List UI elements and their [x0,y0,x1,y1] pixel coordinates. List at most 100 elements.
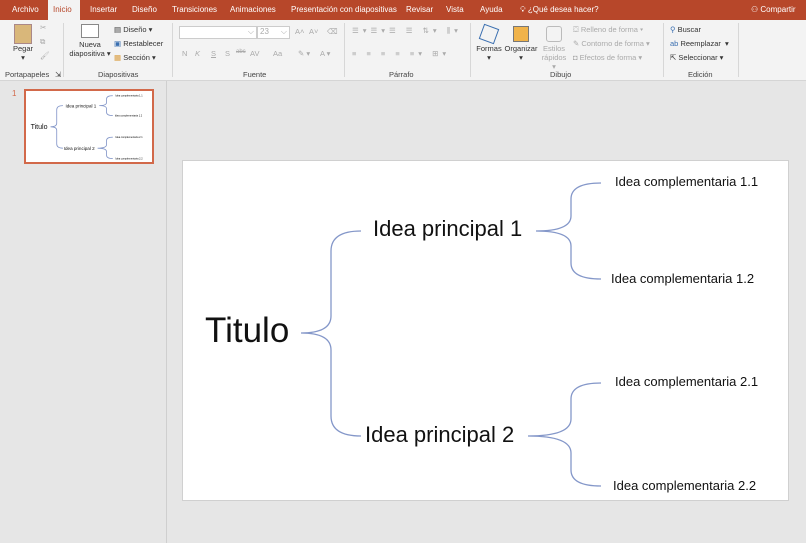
share-button[interactable]: ⚇ Compartir [746,0,801,20]
grow-font-icon[interactable]: A˄ [295,27,304,36]
reset-button[interactable]: ▣ Restablecer [114,39,163,48]
layout-icon: ▤ [114,25,122,34]
shape-effects-button[interactable]: ◘ Efectos de forma ▾ [573,53,642,62]
layout-label: Diseño [123,25,147,34]
align-icons[interactable]: ≡ ≡ ≡ ≡ ≡▾ ⊞▾ [352,49,450,58]
cursor-icon: ⇱ [670,53,677,62]
font-size-value: 23 [260,27,269,36]
dialog-launcher-icon[interactable]: ⇲ [55,70,61,79]
tab-revisar[interactable]: Revisar [401,0,438,20]
main-idea-1[interactable]: Idea principal 1 [373,216,522,242]
font-size-input[interactable]: 23 ⌵ [257,26,290,39]
shapes-label: Formas [476,44,502,53]
shapes-icon [478,23,500,45]
thumbnail-diagram: Titulo Idea principal 1 Idea principal 2… [31,95,144,161]
new-slide-icon [81,24,99,38]
title-text[interactable]: Titulo [205,311,289,351]
slide-canvas[interactable]: Titulo Idea principal 1 Idea principal 2… [182,160,789,501]
search-icon: ⚲ [670,25,676,34]
sub-idea-2-1[interactable]: Idea complementaria 2.1 [615,374,758,389]
arrange-button[interactable]: Organizar ▾ [504,23,538,62]
format-painter-icon[interactable]: 🖌︎ [40,51,50,60]
ribbon: Pegar ▾ ✂ ⧉ 🖌︎ Portapapeles ⇲ Nueva diapo… [0,20,806,81]
chevron-down-icon: ⌵ [280,27,287,36]
chevron-down-icon: ⌵ [247,27,254,36]
quick-styles-button[interactable]: Estilos rápidos ▾ [540,23,568,71]
group-clipboard: Portapapeles [5,70,50,79]
section-icon: ▦ [114,53,122,62]
tab-animaciones[interactable]: Animaciones [225,0,281,20]
person-icon: ⚇ [751,5,759,14]
new-slide-button[interactable]: Nueva diapositiva ▾ [68,24,112,58]
strikethrough-button[interactable]: abc [236,49,246,55]
quick-styles-icon [546,26,562,42]
paste-label: Pegar [12,44,33,53]
shapes-button[interactable]: Formas ▾ [476,23,502,62]
svg-text:Idea complementaria 1.2: Idea complementaria 1.2 [115,115,143,118]
cut-icon[interactable]: ✂ [40,23,46,32]
arrange-label: Organizar [504,44,538,53]
quick-styles-label-1: Estilos [542,44,566,53]
underline-button[interactable]: S [211,49,216,58]
list-icons[interactable]: ☰▾☰▾☰ ☰ ⇅▾ ⫼▾ [352,26,462,36]
bold-button[interactable]: N [182,49,187,58]
svg-text:Idea complementaria 1.1: Idea complementaria 1.1 [115,95,143,98]
font-name-input[interactable]: ⌵ [179,26,257,39]
tab-ayuda[interactable]: Ayuda [475,0,508,20]
shrink-font-icon[interactable]: A˅ [309,27,318,36]
main-idea-2[interactable]: Idea principal 2 [365,422,514,448]
new-slide-label-1: Nueva [79,40,101,49]
tab-diseno[interactable]: Diseño [127,0,162,20]
reset-label: Restablecer [123,39,164,48]
tab-insertar[interactable]: Insertar [85,0,122,20]
replace-label: Reemplazar [680,39,721,48]
section-label: Sección [123,53,150,62]
find-button[interactable]: ⚲ Buscar [670,25,701,34]
lightbulb-icon: 💡︎ [520,5,526,14]
shape-outline-button[interactable]: ✎ Contorno de forma ▾ [573,39,650,48]
group-editing: Edición [688,70,713,79]
select-label: Seleccionar [678,53,718,62]
italic-button[interactable]: K [195,49,200,58]
svg-text:Idea complementaria 2.2: Idea complementaria 2.2 [115,158,143,161]
shape-effects-label: Efectos de forma [579,53,637,62]
tab-archivo[interactable]: Archivo [7,0,44,20]
tab-presentacion[interactable]: Presentación con diapositivas [286,0,402,20]
clear-format-icon[interactable]: ⌫ [327,27,338,36]
select-button[interactable]: ⇱ Seleccionar ▾ [670,53,723,62]
arrange-icon [513,26,529,42]
shape-fill-button[interactable]: ⛋ Relleno de forma ▾ [573,25,643,35]
copy-icon[interactable]: ⧉ [40,37,45,47]
shadow-button[interactable]: S [225,49,230,58]
reset-icon: ▣ [114,39,122,48]
replace-button[interactable]: ab Reemplazar ▾ [670,39,729,48]
tab-inicio[interactable]: Inicio [48,0,80,20]
char-spacing-button[interactable]: AV [250,49,259,58]
font-color-icon[interactable]: A ▾ [320,49,330,58]
sub-idea-1-2[interactable]: Idea complementaria 1.2 [611,271,754,286]
bracket-idea-1 [535,182,602,280]
find-label: Buscar [677,25,701,34]
effects-icon: ◘ [573,53,578,62]
slide-thumbnail[interactable]: Titulo Idea principal 1 Idea principal 2… [24,89,154,164]
bracket-title [300,230,362,437]
quick-styles-label-2: rápidos [541,53,567,62]
sub-idea-2-2[interactable]: Idea complementaria 2.2 [613,478,756,493]
change-case-button[interactable]: Aa [273,49,282,58]
group-paragraph: Párrafo [389,70,414,79]
highlight-icon[interactable]: ✎ ▾ [298,49,310,58]
pencil-icon: ✎ [573,39,580,48]
tab-vista[interactable]: Vista [441,0,469,20]
bracket-idea-2 [527,382,602,487]
shape-fill-label: Relleno de forma [580,25,638,34]
paint-bucket-icon: ⛋ [573,25,579,34]
section-button[interactable]: ▦ Sección ▾ [114,53,156,62]
group-drawing: Dibujo [550,70,572,79]
svg-text:Titulo: Titulo [31,124,48,131]
layout-button[interactable]: ▤ Diseño ▾ [114,25,152,34]
tab-transiciones[interactable]: Transiciones [167,0,222,20]
replace-icon: ab [670,39,679,48]
sub-idea-1-1[interactable]: Idea complementaria 1.1 [615,174,758,189]
paste-button[interactable]: Pegar ▾ [10,24,36,62]
tell-me-box[interactable]: 💡︎ ¿Qué desea hacer? [515,0,604,20]
